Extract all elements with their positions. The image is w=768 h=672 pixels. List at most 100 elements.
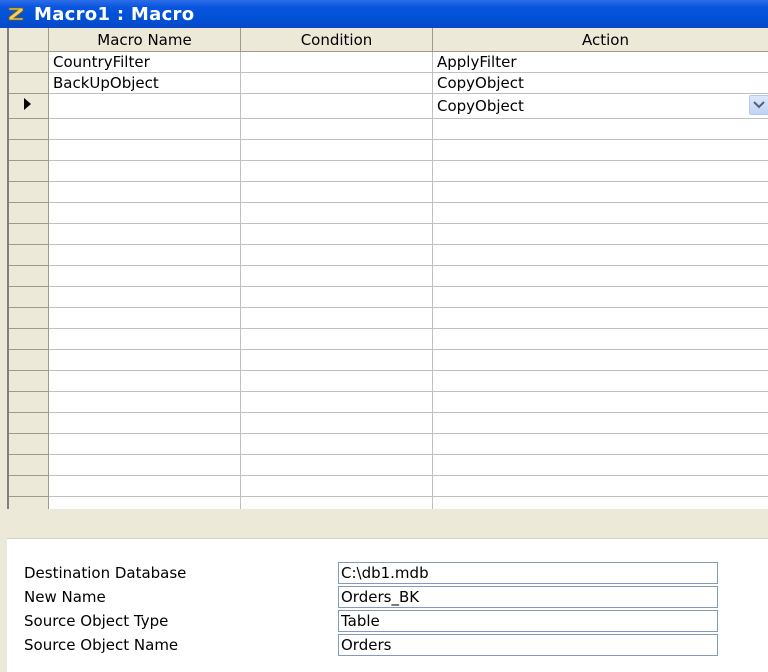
condition-cell[interactable] bbox=[241, 203, 433, 224]
condition-cell[interactable] bbox=[241, 371, 433, 392]
macro-name-cell[interactable]: BackUpObject bbox=[49, 73, 241, 94]
table-row[interactable] bbox=[9, 266, 768, 287]
condition-cell[interactable] bbox=[241, 497, 433, 510]
action-cell[interactable] bbox=[433, 371, 768, 392]
condition-cell[interactable] bbox=[241, 245, 433, 266]
row-selector[interactable] bbox=[9, 119, 49, 140]
table-row[interactable] bbox=[9, 497, 768, 510]
action-cell[interactable] bbox=[433, 119, 768, 140]
action-cell[interactable] bbox=[433, 350, 768, 371]
condition-cell[interactable] bbox=[241, 308, 433, 329]
macro-name-cell[interactable]: CountryFilter bbox=[49, 52, 241, 73]
action-cell[interactable] bbox=[433, 224, 768, 245]
row-selector[interactable] bbox=[9, 329, 49, 350]
condition-cell[interactable] bbox=[241, 266, 433, 287]
table-row[interactable] bbox=[9, 224, 768, 245]
header-selector-corner[interactable] bbox=[9, 28, 49, 52]
condition-cell[interactable] bbox=[241, 52, 433, 73]
table-row[interactable] bbox=[9, 434, 768, 455]
condition-cell[interactable] bbox=[241, 350, 433, 371]
row-selector[interactable] bbox=[9, 350, 49, 371]
macro-name-cell[interactable] bbox=[49, 455, 241, 476]
action-cell[interactable] bbox=[433, 392, 768, 413]
action-cell[interactable] bbox=[433, 287, 768, 308]
source-object-type-field[interactable]: Table bbox=[338, 610, 718, 632]
action-cell[interactable] bbox=[433, 140, 768, 161]
condition-cell[interactable] bbox=[241, 434, 433, 455]
macro-name-cell[interactable] bbox=[49, 119, 241, 140]
macro-name-cell[interactable] bbox=[49, 371, 241, 392]
macro-name-cell[interactable] bbox=[49, 434, 241, 455]
macro-name-cell[interactable] bbox=[49, 245, 241, 266]
row-selector[interactable] bbox=[9, 476, 49, 497]
macro-name-cell[interactable] bbox=[49, 287, 241, 308]
table-row[interactable]: BackUpObject CopyObject bbox=[9, 73, 768, 94]
table-row[interactable] bbox=[9, 329, 768, 350]
condition-cell[interactable] bbox=[241, 392, 433, 413]
action-cell[interactable] bbox=[433, 266, 768, 287]
table-row[interactable] bbox=[9, 119, 768, 140]
row-selector[interactable] bbox=[9, 371, 49, 392]
table-row[interactable] bbox=[9, 203, 768, 224]
macro-name-cell[interactable] bbox=[49, 413, 241, 434]
row-selector[interactable] bbox=[9, 413, 49, 434]
condition-cell[interactable] bbox=[241, 182, 433, 203]
condition-cell[interactable] bbox=[241, 329, 433, 350]
row-selector[interactable] bbox=[9, 245, 49, 266]
macro-name-cell[interactable] bbox=[49, 476, 241, 497]
table-row[interactable] bbox=[9, 287, 768, 308]
row-selector[interactable] bbox=[9, 497, 49, 510]
action-cell[interactable]: CopyObject bbox=[433, 94, 768, 119]
table-row[interactable]: CountryFilter ApplyFilter bbox=[9, 52, 768, 73]
condition-cell[interactable] bbox=[241, 94, 433, 119]
macro-name-cell[interactable] bbox=[49, 140, 241, 161]
macro-name-cell[interactable] bbox=[49, 224, 241, 245]
table-row[interactable] bbox=[9, 455, 768, 476]
action-cell[interactable] bbox=[433, 329, 768, 350]
column-header-condition[interactable]: Condition bbox=[241, 28, 433, 52]
action-cell[interactable] bbox=[433, 497, 768, 510]
new-name-field[interactable]: Orders_BK bbox=[338, 586, 718, 608]
action-cell[interactable] bbox=[433, 182, 768, 203]
condition-cell[interactable] bbox=[241, 413, 433, 434]
macro-name-cell[interactable] bbox=[49, 350, 241, 371]
condition-cell[interactable] bbox=[241, 476, 433, 497]
condition-cell[interactable] bbox=[241, 224, 433, 245]
action-cell[interactable] bbox=[433, 434, 768, 455]
action-cell[interactable]: ApplyFilter bbox=[433, 52, 768, 73]
action-cell[interactable] bbox=[433, 161, 768, 182]
action-cell[interactable] bbox=[433, 308, 768, 329]
condition-cell[interactable] bbox=[241, 73, 433, 94]
macro-name-cell[interactable] bbox=[49, 203, 241, 224]
row-selector[interactable] bbox=[9, 94, 49, 119]
row-selector[interactable] bbox=[9, 392, 49, 413]
table-row[interactable] bbox=[9, 392, 768, 413]
macro-name-cell[interactable] bbox=[49, 161, 241, 182]
condition-cell[interactable] bbox=[241, 161, 433, 182]
row-selector[interactable] bbox=[9, 434, 49, 455]
table-row[interactable] bbox=[9, 371, 768, 392]
condition-cell[interactable] bbox=[241, 287, 433, 308]
action-dropdown-button[interactable] bbox=[749, 95, 768, 115]
table-row[interactable] bbox=[9, 140, 768, 161]
window-title-bar[interactable]: Macro1 : Macro bbox=[0, 0, 768, 28]
action-cell[interactable]: CopyObject bbox=[433, 73, 768, 94]
action-cell[interactable] bbox=[433, 203, 768, 224]
row-selector[interactable] bbox=[9, 140, 49, 161]
condition-cell[interactable] bbox=[241, 119, 433, 140]
table-row[interactable] bbox=[9, 350, 768, 371]
macro-name-cell[interactable] bbox=[49, 266, 241, 287]
row-selector[interactable] bbox=[9, 161, 49, 182]
action-cell[interactable] bbox=[433, 476, 768, 497]
macro-name-cell[interactable] bbox=[49, 497, 241, 510]
macro-name-cell[interactable] bbox=[49, 392, 241, 413]
row-selector[interactable] bbox=[9, 287, 49, 308]
table-row[interactable] bbox=[9, 245, 768, 266]
source-object-name-field[interactable]: Orders bbox=[338, 634, 718, 656]
row-selector[interactable] bbox=[9, 266, 49, 287]
table-row[interactable] bbox=[9, 476, 768, 497]
action-cell[interactable] bbox=[433, 413, 768, 434]
macro-name-cell[interactable] bbox=[49, 308, 241, 329]
table-row[interactable]: CopyObject bbox=[9, 94, 768, 119]
macro-name-cell[interactable] bbox=[49, 182, 241, 203]
